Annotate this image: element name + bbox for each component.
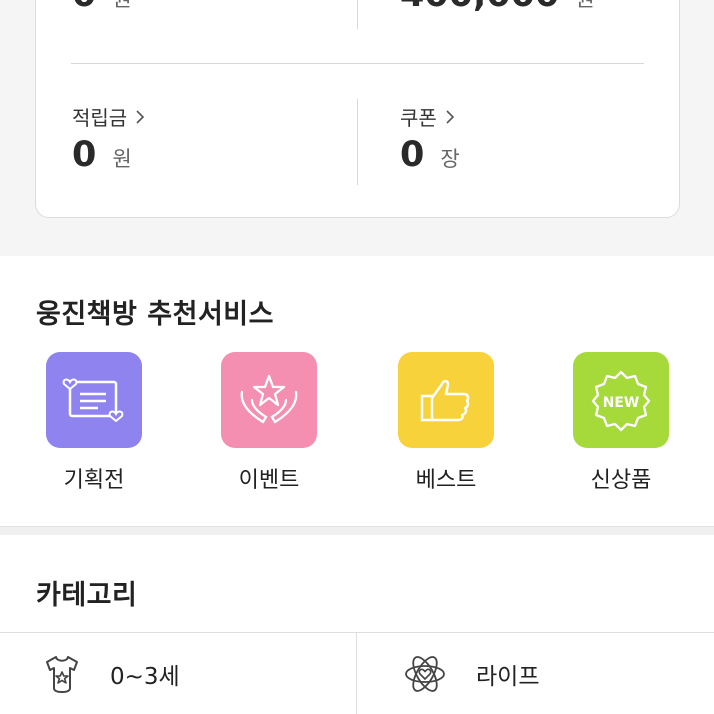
exhibition-card-icon — [46, 352, 142, 448]
top-left-unit: 원 — [112, 0, 131, 13]
divider — [71, 63, 644, 64]
top-left-stat: 0 원 — [72, 0, 132, 15]
category-grid: 0~3세 라이프 — [0, 632, 714, 714]
coupons-label: 쿠폰 — [400, 106, 437, 130]
divider — [357, 0, 358, 29]
atom-heart-icon — [405, 656, 445, 692]
new-badge-icon: NEW — [573, 352, 669, 448]
category-title: 카테고리 — [36, 580, 138, 611]
coupons-unit: 장 — [440, 147, 460, 171]
service-label: 베스트 — [415, 468, 477, 493]
top-right-stat: 400,000 원 — [400, 0, 595, 15]
top-right-value: 400,000 — [400, 0, 559, 15]
points-value: 0 — [72, 135, 97, 175]
service-label: 이벤트 — [238, 468, 300, 493]
divider — [357, 99, 358, 185]
category-label: 0~3세 — [110, 664, 180, 690]
thumbs-up-icon — [398, 352, 494, 448]
points-link[interactable]: 적립금 — [72, 102, 145, 131]
chevron-right-icon — [446, 109, 454, 124]
star-hands-icon — [221, 352, 317, 448]
recommend-section: 웅진책방 추천서비스 기획전 이벤트 베스트 NEW 신상품 — [0, 256, 714, 526]
category-item-life[interactable]: 라이프 — [404, 633, 539, 714]
service-new[interactable]: NEW 신상품 — [551, 352, 691, 494]
points-label: 적립금 — [72, 106, 128, 130]
service-best[interactable]: 베스트 — [376, 352, 516, 494]
baby-onesie-icon — [46, 656, 78, 693]
top-right-unit: 원 — [575, 0, 594, 13]
service-label: 기획전 — [63, 468, 125, 493]
coupons-value: 0 — [400, 135, 425, 175]
category-section: 카테고리 0~3세 라이프 — [0, 535, 714, 714]
section-separator — [0, 526, 714, 535]
coupons-stat: 0 장 — [400, 135, 460, 175]
category-item-0-3[interactable]: 0~3세 — [44, 633, 180, 714]
points-stat: 0 원 — [72, 135, 132, 175]
account-summary-section: 0 원 400,000 원 적립금 0 원 쿠폰 0 장 — [0, 0, 714, 256]
service-event[interactable]: 이벤트 — [199, 352, 339, 494]
service-exhibition[interactable]: 기획전 — [24, 352, 164, 494]
chevron-right-icon — [136, 109, 145, 124]
points-unit: 원 — [112, 147, 132, 171]
divider — [356, 633, 357, 714]
category-label: 라이프 — [476, 664, 540, 690]
coupons-link[interactable]: 쿠폰 — [400, 102, 455, 131]
top-left-value: 0 — [72, 0, 96, 15]
account-summary-card: 0 원 400,000 원 적립금 0 원 쿠폰 0 장 — [35, 0, 680, 218]
service-label: 신상품 — [590, 468, 652, 493]
recommend-title: 웅진책방 추천서비스 — [36, 299, 274, 330]
new-badge-text: NEW — [603, 395, 640, 411]
